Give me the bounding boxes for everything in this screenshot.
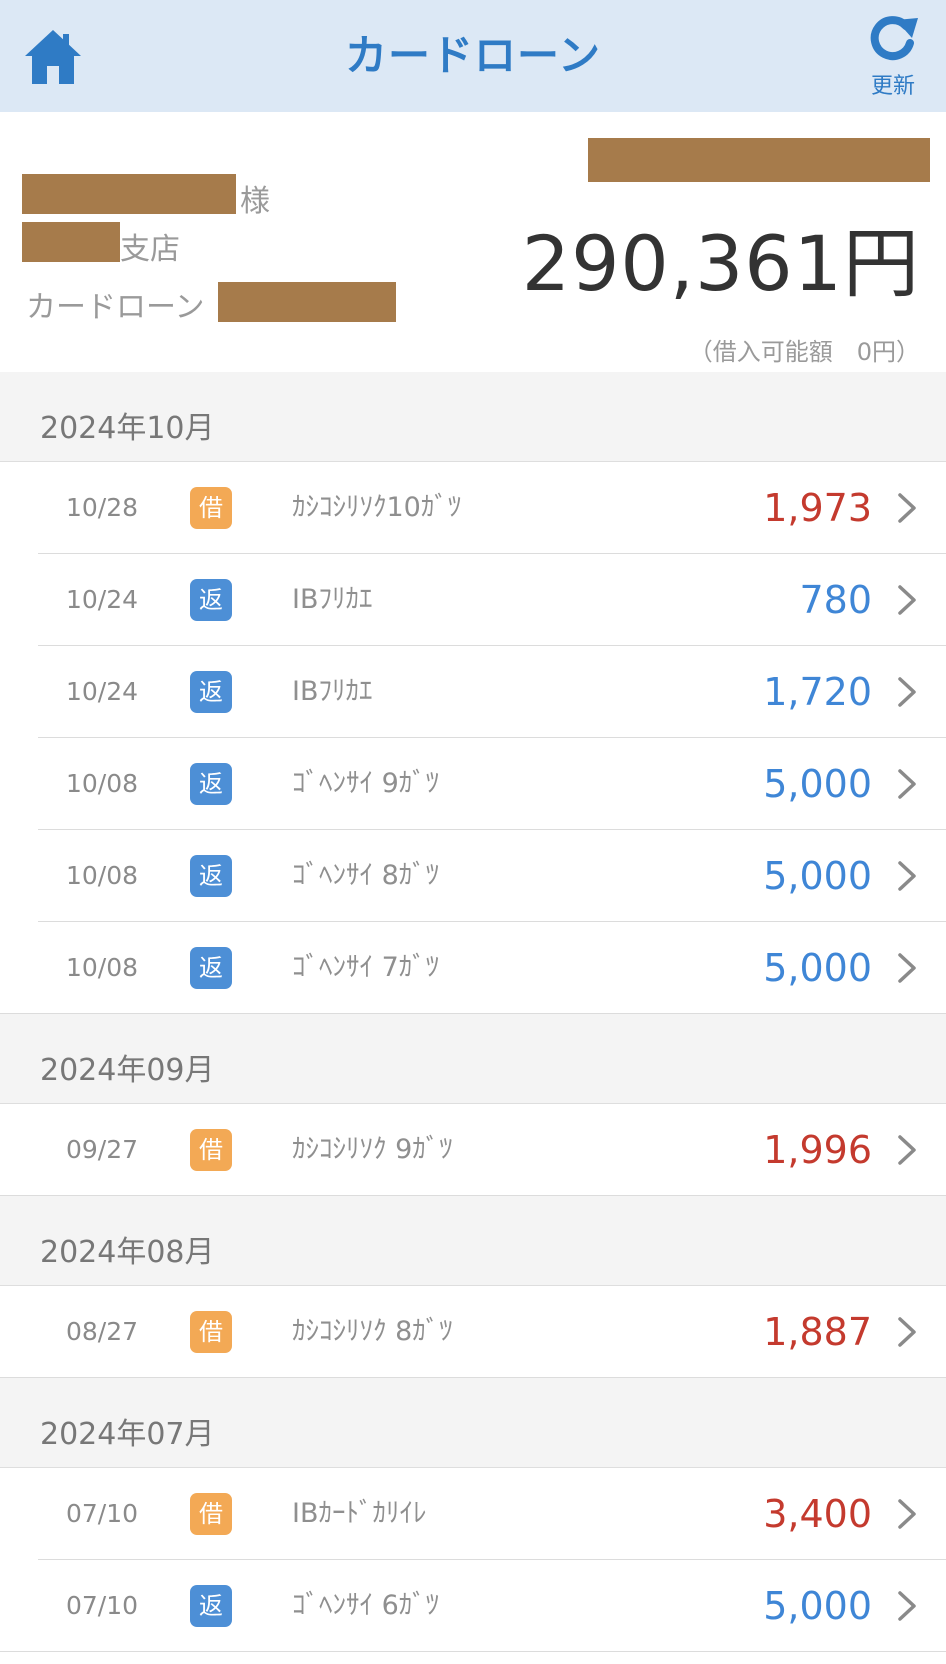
repay-badge: 返 — [190, 579, 232, 621]
transaction-description: ｺﾞﾍﾝｻｲ 8ｶﾞﾂ — [292, 860, 440, 891]
month-label: 2024年08月 — [40, 1235, 215, 1270]
chevron-right-icon — [896, 1590, 918, 1622]
repay-badge: 返 — [190, 671, 232, 713]
refresh-icon — [870, 16, 918, 61]
transaction-date: 10/08 — [66, 953, 139, 982]
month-header: 2024年10月 — [0, 372, 946, 462]
transaction-amount: 1,887 — [763, 1310, 872, 1354]
borrow-badge: 借 — [190, 1493, 232, 1535]
borrow-badge: 借 — [190, 487, 232, 529]
transaction-amount: 5,000 — [763, 946, 872, 990]
loan-balance: 290,361円 — [521, 219, 920, 308]
transaction-description: IBﾌﾘｶｴ — [292, 584, 373, 615]
month-header: 2024年09月 — [0, 1014, 946, 1104]
transaction-amount: 1,720 — [763, 670, 872, 714]
transaction-date: 10/08 — [66, 769, 139, 798]
borrow-badge: 借 — [190, 1311, 232, 1353]
chevron-right-icon — [896, 860, 918, 892]
transaction-description: ｺﾞﾍﾝｻｲ 7ｶﾞﾂ — [292, 952, 440, 983]
chevron-right-icon — [896, 768, 918, 800]
repay-badge: 返 — [190, 1585, 232, 1627]
transaction-amount: 3,400 — [763, 1492, 872, 1536]
transaction-description: ｶｼｺｼﾘｿｸ 9ｶﾞﾂ — [292, 1134, 453, 1165]
repay-badge: 返 — [190, 947, 232, 989]
chevron-right-icon — [896, 584, 918, 616]
month-header: 2024年08月 — [0, 1196, 946, 1286]
transaction-row[interactable]: 08/27 借 ｶｼｺｼﾘｿｸ 8ｶﾞﾂ 1,887 — [0, 1286, 946, 1378]
transaction-row[interactable]: 10/08 返 ｺﾞﾍﾝｻｲ 7ｶﾞﾂ 5,000 — [0, 922, 946, 1014]
transaction-date: 09/27 — [66, 1135, 139, 1164]
transaction-amount: 5,000 — [763, 762, 872, 806]
transaction-date: 07/10 — [66, 1499, 139, 1528]
account-summary: 様 支店 カードローン 290,361円 （借入可能額 0円） — [0, 112, 946, 372]
refresh-label: 更新 — [870, 74, 915, 99]
transaction-row[interactable]: 09/27 借 ｶｼｺｼﾘｿｸ 9ｶﾞﾂ 1,996 — [0, 1104, 946, 1196]
chevron-right-icon — [896, 1498, 918, 1530]
redacted-branch-name — [22, 222, 120, 262]
month-label: 2024年10月 — [40, 411, 215, 446]
transaction-amount: 5,000 — [763, 854, 872, 898]
repay-badge: 返 — [190, 855, 232, 897]
transaction-description: ｺﾞﾍﾝｻｲ 6ｶﾞﾂ — [292, 1590, 440, 1621]
transaction-row[interactable]: 10/08 返 ｺﾞﾍﾝｻｲ 9ｶﾞﾂ 5,000 — [0, 738, 946, 830]
refresh-button[interactable]: 更新 — [858, 14, 928, 106]
redacted-account-number — [588, 138, 930, 182]
name-suffix: 様 — [240, 184, 270, 219]
transaction-date: 08/27 — [66, 1317, 139, 1346]
branch-suffix: 支店 — [120, 232, 180, 267]
transaction-description: IBﾌﾘｶｴ — [292, 676, 373, 707]
transaction-row[interactable]: 07/10 借 IBｶｰﾄﾞｶﾘｲﾚ 3,400 — [0, 1468, 946, 1560]
transaction-list: 2024年10月 10/28 借 ｶｼｺｼﾘｿｸ10ｶﾞﾂ 1,973 10/24 返 IBﾌ… — [0, 372, 946, 1652]
transaction-row[interactable]: 10/24 返 IBﾌﾘｶｴ 1,720 — [0, 646, 946, 738]
month-label: 2024年09月 — [40, 1053, 215, 1088]
borrow-badge: 借 — [190, 1129, 232, 1171]
transaction-description: ｶｼｺｼﾘｿｸ 8ｶﾞﾂ — [292, 1316, 453, 1347]
month-label: 2024年07月 — [40, 1417, 215, 1452]
transaction-description: ｶｼｺｼﾘｿｸ10ｶﾞﾂ — [292, 492, 462, 523]
transaction-date: 10/28 — [66, 493, 139, 522]
month-header: 2024年07月 — [0, 1378, 946, 1468]
transaction-amount: 780 — [799, 578, 872, 622]
chevron-right-icon — [896, 676, 918, 708]
home-icon — [25, 30, 81, 84]
redacted-product-number — [218, 282, 396, 322]
home-button[interactable] — [22, 26, 84, 88]
app-header: カードローン 更新 — [0, 0, 946, 112]
redacted-customer-name — [22, 174, 236, 214]
transaction-row[interactable]: 10/28 借 ｶｼｺｼﾘｿｸ10ｶﾞﾂ 1,973 — [0, 462, 946, 554]
transaction-row[interactable]: 10/08 返 ｺﾞﾍﾝｻｲ 8ｶﾞﾂ 5,000 — [0, 830, 946, 922]
transaction-amount: 5,000 — [763, 1584, 872, 1628]
product-label: カードローン — [26, 290, 205, 325]
transaction-row[interactable]: 07/10 返 ｺﾞﾍﾝｻｲ 6ｶﾞﾂ 5,000 — [0, 1560, 946, 1652]
chevron-right-icon — [896, 1134, 918, 1166]
available-limit: （借入可能額 0円） — [688, 338, 920, 366]
transaction-amount: 1,973 — [763, 486, 872, 530]
repay-badge: 返 — [190, 763, 232, 805]
transaction-amount: 1,996 — [763, 1128, 872, 1172]
page-title: カードローン — [345, 31, 601, 80]
chevron-right-icon — [896, 1316, 918, 1348]
transaction-date: 10/08 — [66, 861, 139, 890]
transaction-description: ｺﾞﾍﾝｻｲ 9ｶﾞﾂ — [292, 768, 440, 799]
transaction-date: 10/24 — [66, 585, 139, 614]
transaction-date: 10/24 — [66, 677, 139, 706]
transaction-description: IBｶｰﾄﾞｶﾘｲﾚ — [292, 1498, 427, 1529]
transaction-date: 07/10 — [66, 1591, 139, 1620]
transaction-row[interactable]: 10/24 返 IBﾌﾘｶｴ 780 — [0, 554, 946, 646]
chevron-right-icon — [896, 492, 918, 524]
chevron-right-icon — [896, 952, 918, 984]
